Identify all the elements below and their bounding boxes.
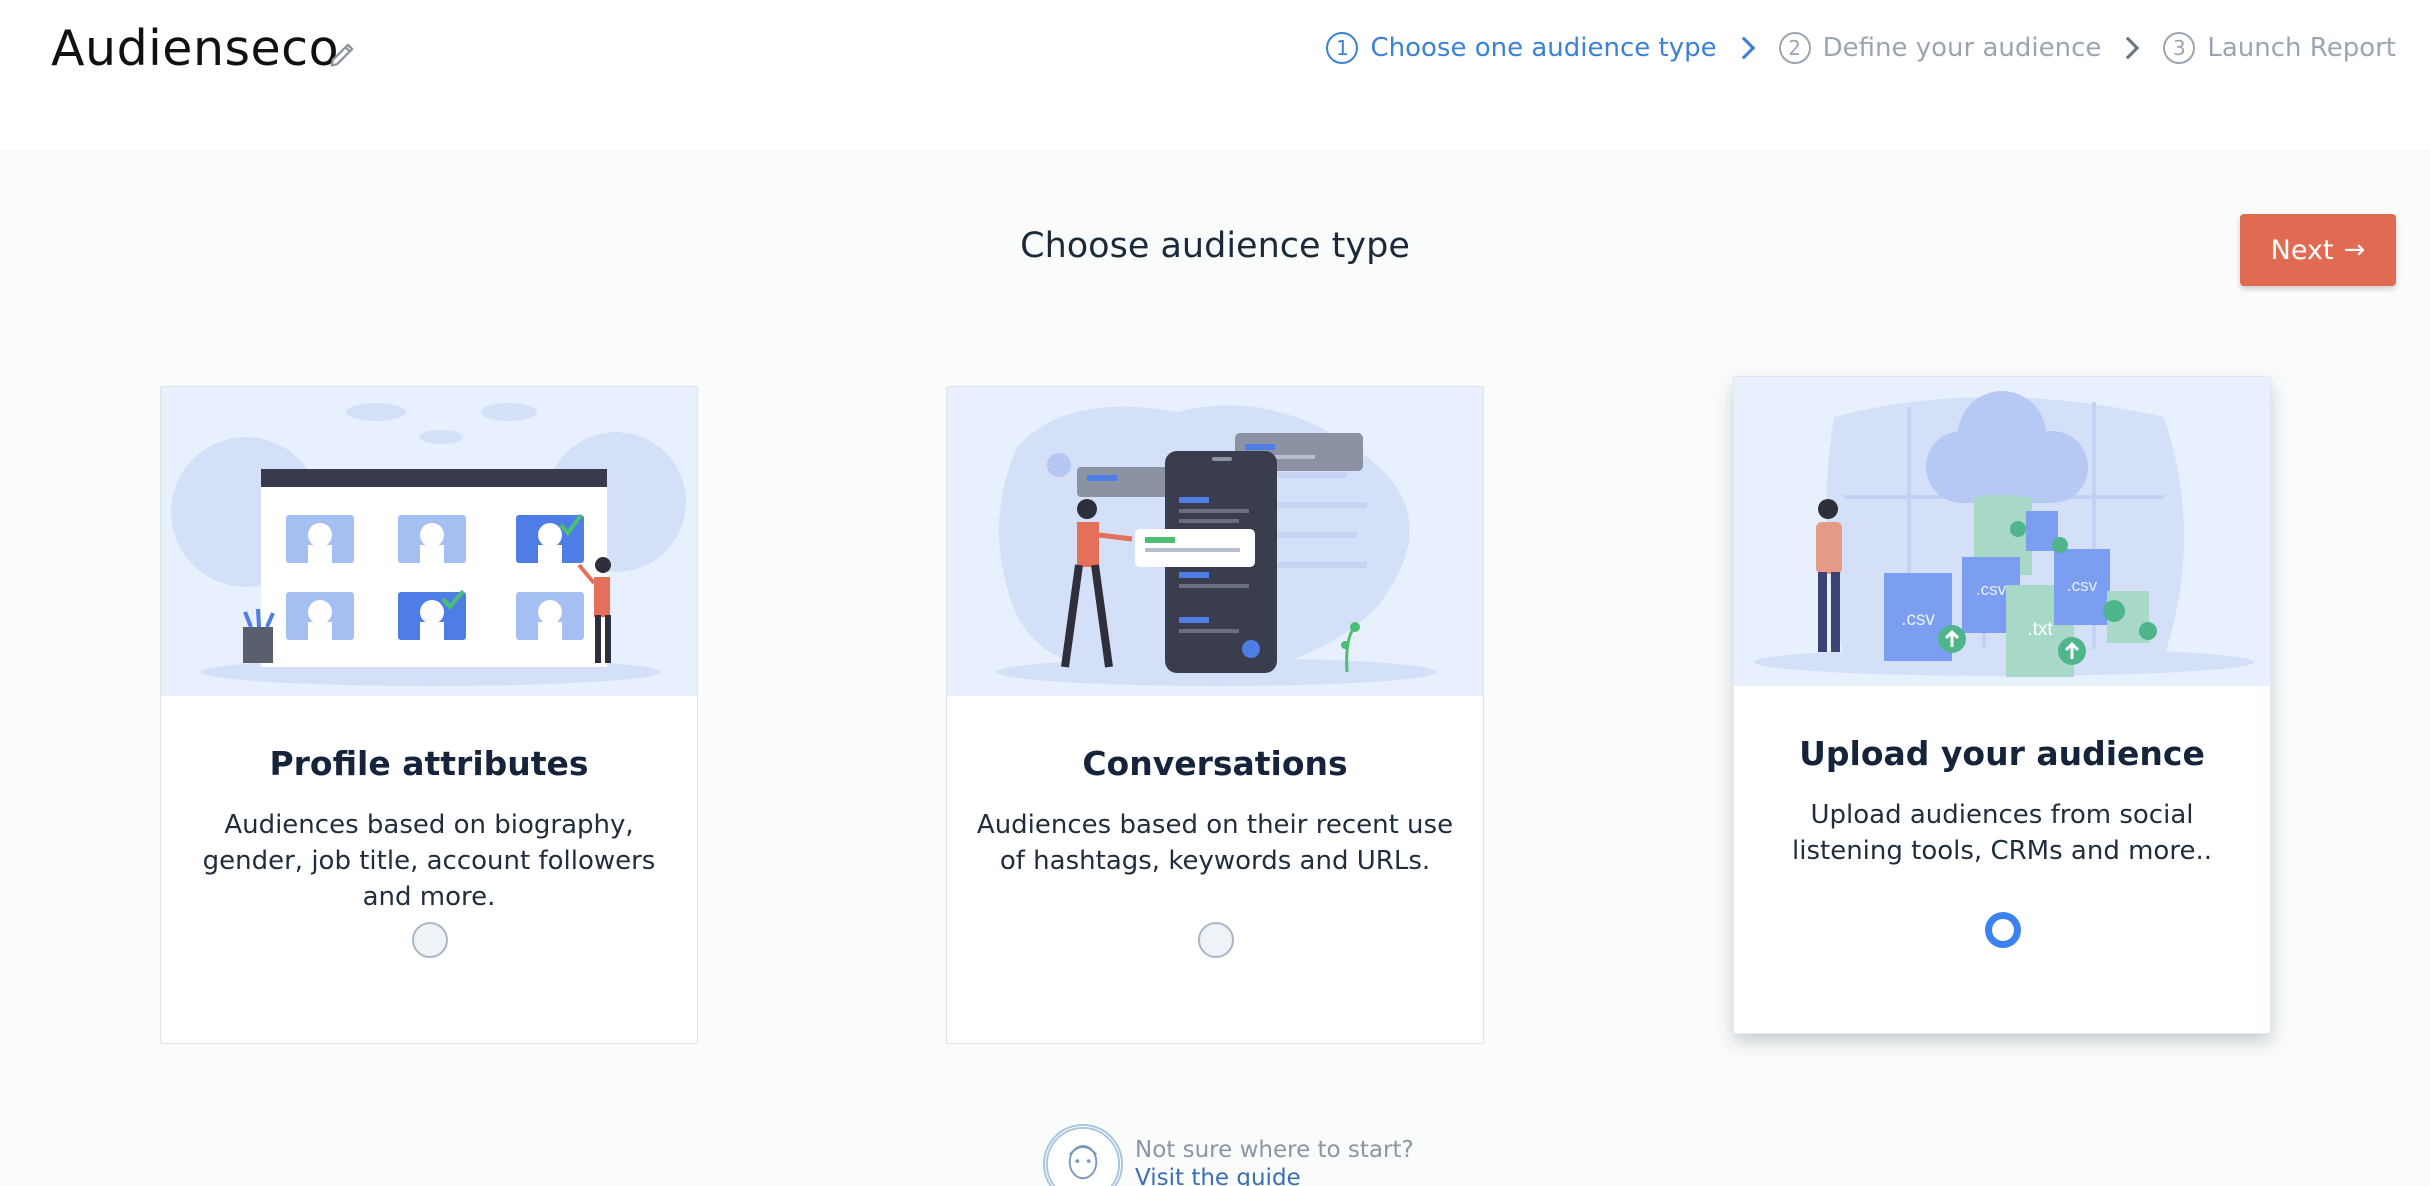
step-label: Choose one audience type xyxy=(1370,33,1717,63)
audience-card-conversations[interactable]: Conversations Audiences based on their r… xyxy=(946,386,1484,1044)
card-title: Conversations xyxy=(1082,744,1348,783)
card-title: Profile attributes xyxy=(269,744,589,783)
card-title: Upload your audience xyxy=(1799,734,2205,773)
top-bar: Audienseco 1 Choose one audience type 2 … xyxy=(0,0,2430,150)
arrow-right-icon: → xyxy=(2343,235,2366,265)
upload-audience-illustration: .csv .csv .txt .csv xyxy=(1734,377,2270,686)
step-define-audience[interactable]: 2 Define your audience xyxy=(1778,32,2102,64)
step-number: 2 xyxy=(1778,32,1811,64)
visit-guide-link[interactable]: Visit the guide xyxy=(1135,1164,1414,1186)
pencil-icon[interactable] xyxy=(326,37,360,71)
step-launch-report[interactable]: 3 Launch Report xyxy=(2163,32,2396,64)
card-description: Audiences based on their recent use of h… xyxy=(976,810,1454,876)
help-prompt: Not sure where to start? xyxy=(1135,1137,1414,1163)
step-label: Launch Report xyxy=(2207,33,2396,63)
guide-avatar-icon xyxy=(1043,1124,1123,1186)
step-number: 3 xyxy=(2163,32,2196,64)
audience-card-upload-audience[interactable]: .csv .csv .txt .csv Upload your audience… xyxy=(1733,376,2271,1034)
step-label: Define your audience xyxy=(1822,33,2102,63)
csv-label: .csv xyxy=(1901,609,1935,630)
txt-label: .txt xyxy=(2027,619,2053,640)
chevron-right-icon xyxy=(1741,36,1756,60)
wizard-steps: 1 Choose one audience type 2 Define your… xyxy=(1326,32,2396,64)
step-number: 1 xyxy=(1326,32,1359,64)
audience-card-profile-attributes[interactable]: Profile attributes Audiences based on bi… xyxy=(160,386,698,1044)
chevron-right-icon xyxy=(2126,36,2140,60)
app-title: Audienseco xyxy=(51,20,340,77)
page-title: Choose audience type xyxy=(1020,226,1410,266)
step-choose-audience-type[interactable]: 1 Choose one audience type xyxy=(1326,32,1717,64)
csv-label: .csv xyxy=(1976,580,2007,599)
audience-type-radio[interactable] xyxy=(1198,922,1234,958)
audience-type-radio[interactable] xyxy=(412,922,448,958)
next-button[interactable]: Next → xyxy=(2240,214,2396,286)
card-description: Upload audiences from social listening t… xyxy=(1792,800,2212,866)
card-description: Audiences based on biography, gender, jo… xyxy=(202,810,656,912)
conversations-illustration xyxy=(947,387,1483,696)
audience-type-radio[interactable] xyxy=(1985,912,2021,948)
profile-attributes-illustration xyxy=(161,387,697,696)
csv-label: .csv xyxy=(2067,576,2098,595)
help-guide: Not sure where to start? Visit the guide xyxy=(1043,1124,1414,1186)
next-button-label: Next xyxy=(2270,234,2334,266)
